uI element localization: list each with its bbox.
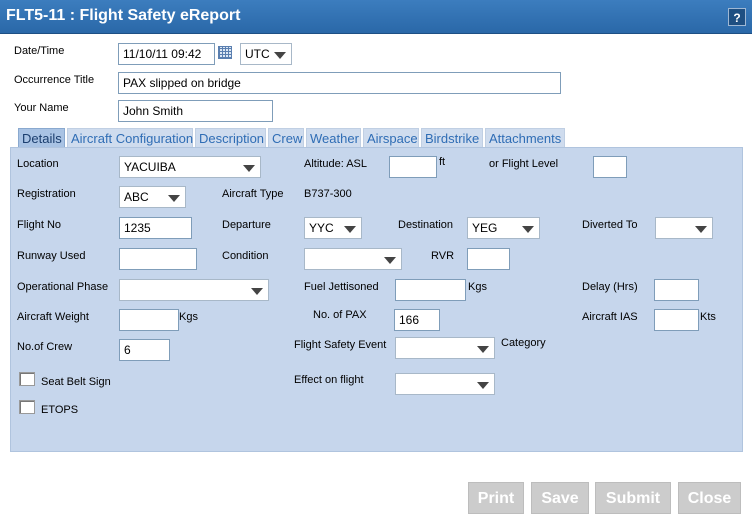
rvr-label: RVR xyxy=(431,250,455,262)
occurrence-title-input[interactable]: PAX slipped on bridge xyxy=(118,72,561,94)
condition-select[interactable] xyxy=(304,248,402,270)
flight-safety-event-label: Flight Safety Event xyxy=(294,339,387,351)
datetime-input[interactable]: 11/10/11 09:42 xyxy=(118,43,215,65)
timezone-value: UTC xyxy=(245,47,270,61)
weight-unit: Kgs xyxy=(179,311,198,323)
timezone-select[interactable]: UTC xyxy=(240,43,292,65)
flight-no-label: Flight No xyxy=(17,219,62,231)
destination-label: Destination xyxy=(398,219,454,231)
chevron-down-icon xyxy=(477,346,489,353)
aircraft-type-value: B737-300 xyxy=(304,188,352,200)
details-panel: Location YACUIBA Altitude: ASL ft or Fli… xyxy=(10,147,743,452)
destination-value: YEG xyxy=(472,221,498,235)
operational-phase-label: Operational Phase xyxy=(17,281,109,293)
your-name-input[interactable]: John Smith xyxy=(118,100,273,122)
occurrence-title-label: Occurrence Title xyxy=(14,74,95,86)
effect-on-flight-label: Effect on flight xyxy=(294,374,364,386)
tab-aircraft-configuration[interactable]: Aircraft Configuration xyxy=(67,128,193,148)
no-of-pax-label: No. of PAX xyxy=(313,309,367,321)
title-bar: FLT5-11 : Flight Safety eReport ? xyxy=(0,0,752,34)
aircraft-ias-label: Aircraft IAS xyxy=(582,311,638,323)
save-button[interactable]: Save xyxy=(531,482,589,514)
aircraft-weight-label: Aircraft Weight xyxy=(17,311,89,323)
fuel-unit: Kgs xyxy=(468,281,487,293)
effect-on-flight-select[interactable] xyxy=(395,373,495,395)
departure-label: Departure xyxy=(222,219,271,231)
chevron-down-icon xyxy=(477,382,489,389)
tab-description[interactable]: Description xyxy=(195,128,266,148)
diverted-to-label: Diverted To xyxy=(582,219,638,231)
your-name-label: Your Name xyxy=(14,102,69,114)
help-button[interactable]: ? xyxy=(728,8,746,26)
aircraft-ias-input[interactable] xyxy=(654,309,699,331)
departure-value: YYC xyxy=(309,221,334,235)
chevron-down-icon xyxy=(695,226,707,233)
registration-label: Registration xyxy=(17,188,76,200)
runway-used-label: Runway Used xyxy=(17,250,86,262)
tab-airspace[interactable]: Airspace xyxy=(363,128,419,148)
operational-phase-select[interactable] xyxy=(119,279,269,301)
registration-select[interactable]: ABC xyxy=(119,186,186,208)
chevron-down-icon xyxy=(274,52,286,59)
location-label: Location xyxy=(17,158,59,170)
flight-level-input[interactable] xyxy=(593,156,627,178)
datetime-label: Date/Time xyxy=(14,45,65,57)
print-button[interactable]: Print xyxy=(468,482,524,514)
window-title: FLT5-11 : Flight Safety eReport xyxy=(6,7,241,24)
runway-used-input[interactable] xyxy=(119,248,197,270)
flight-level-label: or Flight Level xyxy=(489,158,559,170)
no-of-crew-input[interactable]: 6 xyxy=(119,339,170,361)
departure-select[interactable]: YYC xyxy=(304,217,362,239)
diverted-to-select[interactable] xyxy=(655,217,713,239)
seat-belt-sign-checkbox[interactable] xyxy=(19,372,35,386)
condition-label: Condition xyxy=(222,250,269,262)
location-value: YACUIBA xyxy=(124,160,176,174)
chevron-down-icon xyxy=(344,226,356,233)
rvr-input[interactable] xyxy=(467,248,510,270)
aircraft-weight-input[interactable] xyxy=(119,309,179,331)
close-button[interactable]: Close xyxy=(678,482,741,514)
tab-crew[interactable]: Crew xyxy=(268,128,304,148)
ias-unit: Kts xyxy=(700,311,716,323)
tab-details[interactable]: Details xyxy=(18,128,65,148)
destination-select[interactable]: YEG xyxy=(467,217,540,239)
chevron-down-icon xyxy=(384,257,396,264)
registration-value: ABC xyxy=(124,190,149,204)
category-label: Category xyxy=(501,337,546,349)
chevron-down-icon xyxy=(243,165,255,172)
chevron-down-icon xyxy=(251,288,263,295)
delay-label: Delay (Hrs) xyxy=(582,281,638,293)
fuel-jettisoned-label: Fuel Jettisoned xyxy=(304,281,379,293)
aircraft-type-label: Aircraft Type xyxy=(222,188,284,200)
seat-belt-sign-label: Seat Belt Sign xyxy=(41,376,111,388)
chevron-down-icon xyxy=(522,226,534,233)
tab-weather[interactable]: Weather xyxy=(306,128,361,148)
no-of-crew-label: No.of Crew xyxy=(17,341,73,353)
etops-checkbox[interactable] xyxy=(19,400,35,414)
altitude-label: Altitude: ASL xyxy=(304,158,367,170)
altitude-unit: ft xyxy=(439,156,446,168)
etops-label: ETOPS xyxy=(41,404,79,416)
flight-safety-event-select[interactable] xyxy=(395,337,495,359)
chevron-down-icon xyxy=(168,195,180,202)
tab-birdstrike[interactable]: Birdstrike xyxy=(421,128,483,148)
no-of-pax-input[interactable]: 166 xyxy=(394,309,440,331)
delay-input[interactable] xyxy=(654,279,699,301)
tab-attachments[interactable]: Attachments xyxy=(485,128,565,148)
fuel-jettisoned-input[interactable] xyxy=(395,279,466,301)
location-select[interactable]: YACUIBA xyxy=(119,156,261,178)
calendar-icon[interactable] xyxy=(218,46,232,59)
submit-button[interactable]: Submit xyxy=(595,482,671,514)
altitude-input[interactable] xyxy=(389,156,437,178)
flight-no-input[interactable]: 1235 xyxy=(119,217,192,239)
